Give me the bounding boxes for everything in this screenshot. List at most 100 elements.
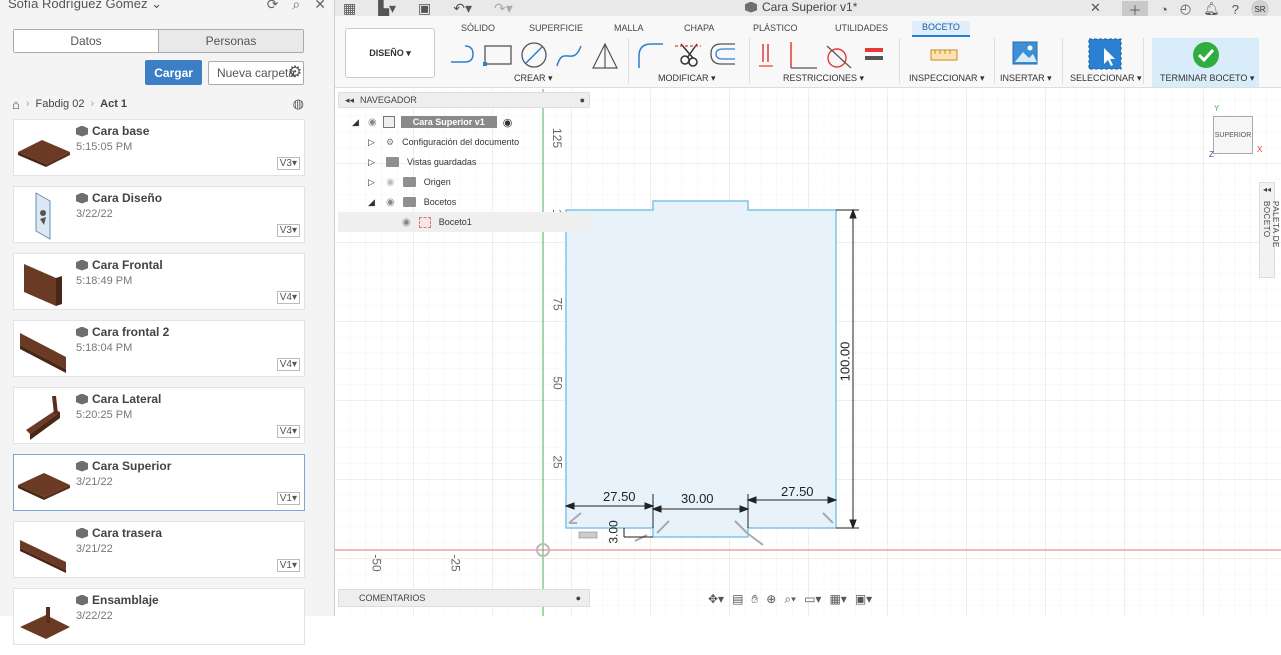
pan-icon[interactable]: ✋︎ (751, 592, 758, 607)
visibility-eye-icon[interactable]: ◉ (368, 117, 377, 128)
expand-triangle-icon[interactable]: ▷ (368, 177, 378, 188)
file-item[interactable]: Cara Lateral 5:20:25 PM V4▾ (13, 387, 305, 444)
breadcrumb-item[interactable]: Fabdig 02 (36, 98, 85, 110)
finish-sketch-button[interactable]: TERMINAR BOCETO ▾ (1152, 38, 1259, 87)
hidden-eye-icon[interactable]: ◉ (386, 177, 395, 188)
rectangle-tool-icon[interactable] (483, 45, 512, 66)
dimension-label[interactable]: 27.50 (781, 484, 814, 499)
version-badge[interactable]: V3▾ (276, 224, 300, 237)
user-name[interactable]: Sofía Rodríguez Gómez ⌄ (8, 0, 162, 12)
constraints-menu[interactable]: RESTRICCIONES ▾ (783, 73, 864, 84)
file-item[interactable]: Ensamblaje 3/22/22 (13, 588, 305, 645)
expand-triangle-icon[interactable]: ▷ (368, 157, 378, 168)
file-item[interactable]: Cara trasera 3/21/22 V1▾ (13, 521, 305, 578)
tab-chapa[interactable]: CHAPA (684, 23, 714, 33)
tree-item-sketch[interactable]: ◉ Boceto1 (338, 212, 590, 232)
spline-tool-icon[interactable] (556, 45, 582, 67)
zoom-window-icon[interactable]: ⌕▾ (784, 592, 796, 607)
file-item[interactable]: Cara Diseño 3/22/22 V3▾ (13, 186, 305, 243)
expand-triangle-icon[interactable]: ▷ (368, 137, 378, 148)
close-tab-icon[interactable]: ✕ (1090, 0, 1101, 16)
create-menu[interactable]: CREAR ▾ (514, 73, 553, 84)
file-item[interactable]: Cara base 5:15:05 PM V3▾ (13, 119, 305, 176)
browser-header[interactable]: ◂◂ NAVEGADOR ● (338, 92, 590, 108)
trim-tool-icon[interactable] (675, 43, 701, 67)
tab-utilidades[interactable]: UTILIDADES (835, 23, 888, 33)
horizontal-constraint-icon[interactable] (578, 531, 598, 539)
visibility-eye-icon[interactable]: ◉ (386, 197, 395, 208)
viewports-icon[interactable]: ▣▾ (855, 592, 872, 606)
version-badge[interactable]: V1▾ (276, 559, 300, 572)
perpendicular-constraint-icon[interactable] (790, 42, 817, 69)
dimension-label[interactable]: 30.00 (681, 491, 714, 506)
version-badge[interactable]: V4▾ (276, 291, 300, 304)
tab-datos[interactable]: Datos (14, 30, 158, 52)
gear-icon[interactable]: ⚙ (285, 62, 305, 82)
orbit-icon[interactable]: ✥▾ (708, 592, 724, 606)
sketch-palette-collapsed[interactable]: ◂◂ PALETA DE BOCETO (1259, 182, 1280, 278)
dimension-label[interactable]: 3.00 (607, 520, 621, 543)
tangent-constraint-icon[interactable] (826, 45, 852, 69)
zoom-icon[interactable]: ⊕ (766, 592, 776, 606)
job-status-icon[interactable]: ◴ (1180, 1, 1191, 17)
upload-button[interactable]: Cargar (145, 60, 202, 85)
expand-triangle-icon[interactable]: ◢ (352, 117, 362, 128)
tree-item[interactable]: ▷ ◉ Origen (338, 172, 590, 192)
tree-item[interactable]: ◢ ◉ Bocetos (338, 192, 590, 212)
tab-plastico[interactable]: PLÁSTICO (753, 23, 798, 33)
collapse-icon[interactable]: ◂◂ (345, 95, 354, 106)
file-item[interactable]: Cara frontal 2 5:18:04 PM V4▾ (13, 320, 305, 377)
insert-image-icon[interactable] (1011, 40, 1039, 68)
dimension-label[interactable]: 100.00 (837, 342, 852, 382)
globe-settings-icon[interactable]: ◍ (293, 96, 304, 112)
add-comment-icon[interactable]: ● (576, 593, 581, 603)
search-icon[interactable]: ⌕ (292, 0, 300, 13)
tab-solido[interactable]: SÓLIDO (461, 23, 495, 33)
notifications-icon[interactable]: 🔔︎ (1203, 1, 1220, 17)
coincident-constraint-icon[interactable] (759, 44, 773, 67)
tree-root[interactable]: ◢ ◉ Cara Superior v1 ◉ (338, 112, 590, 132)
line-tool-icon[interactable] (451, 45, 474, 63)
file-item-selected[interactable]: Cara Superior 3/21/22 V1▾ (13, 454, 305, 511)
grid-settings-icon[interactable]: ▦▾ (829, 592, 846, 606)
offset-tool-icon[interactable] (710, 43, 735, 65)
mirror-tool-icon[interactable] (592, 42, 618, 69)
document-tab[interactable]: Cara Superior v1* (745, 0, 857, 14)
file-menu-icon[interactable]: ▙▾ (378, 0, 396, 17)
tree-item[interactable]: ▷ ⚙ Configuración del documento (338, 132, 590, 152)
activate-radio-icon[interactable]: ◉ (503, 116, 513, 129)
save-icon[interactable]: ▣ (418, 0, 431, 17)
inspect-menu[interactable]: INSPECCIONAR ▾ (909, 73, 985, 84)
help-icon[interactable]: ? (1232, 2, 1239, 17)
fillet-tool-icon[interactable] (638, 43, 663, 68)
equal-constraint-icon[interactable] (865, 48, 883, 60)
extensions-icon[interactable]: ◔ (1160, 2, 1168, 17)
view-cube[interactable]: SUPERIOR (1213, 116, 1253, 154)
tab-personas[interactable]: Personas (158, 30, 303, 52)
workspace-dropdown[interactable]: DISEÑO ▾ (345, 28, 435, 78)
tab-superficie[interactable]: SUPERFICIE (529, 23, 583, 33)
file-item[interactable]: Cara Frontal 5:18:49 PM V4▾ (13, 253, 305, 310)
new-tab-icon[interactable]: ＋ (1122, 1, 1149, 18)
expand-triangle-icon[interactable]: ◢ (368, 197, 378, 208)
refresh-icon[interactable]: ⟳ (267, 0, 279, 13)
tree-item[interactable]: ▷ Vistas guardadas (338, 152, 590, 172)
version-badge[interactable]: V4▾ (276, 358, 300, 371)
version-badge[interactable]: V3▾ (276, 157, 300, 170)
look-at-icon[interactable]: ▤ (732, 592, 743, 606)
version-badge[interactable]: V1▾ (276, 492, 300, 505)
tab-boceto[interactable]: BOCETO (912, 21, 970, 37)
tab-malla[interactable]: MALLA (614, 23, 644, 33)
measure-icon[interactable] (929, 40, 959, 70)
version-badge[interactable]: V4▾ (276, 425, 300, 438)
home-icon[interactable]: ⌂ (12, 97, 20, 112)
visibility-eye-icon[interactable]: ◉ (402, 217, 411, 228)
app-grid-icon[interactable]: ▦ (343, 0, 356, 17)
expand-icon[interactable]: ◂◂ (1263, 185, 1271, 194)
comments-panel[interactable]: COMENTARIOS ● (338, 589, 590, 607)
modify-menu[interactable]: MODIFICAR ▾ (658, 73, 716, 84)
dimension-label[interactable]: 27.50 (603, 489, 636, 504)
pin-icon[interactable]: ● (580, 95, 585, 105)
display-settings-icon[interactable]: ▭▾ (804, 592, 821, 606)
circle-tool-icon[interactable] (521, 42, 547, 68)
